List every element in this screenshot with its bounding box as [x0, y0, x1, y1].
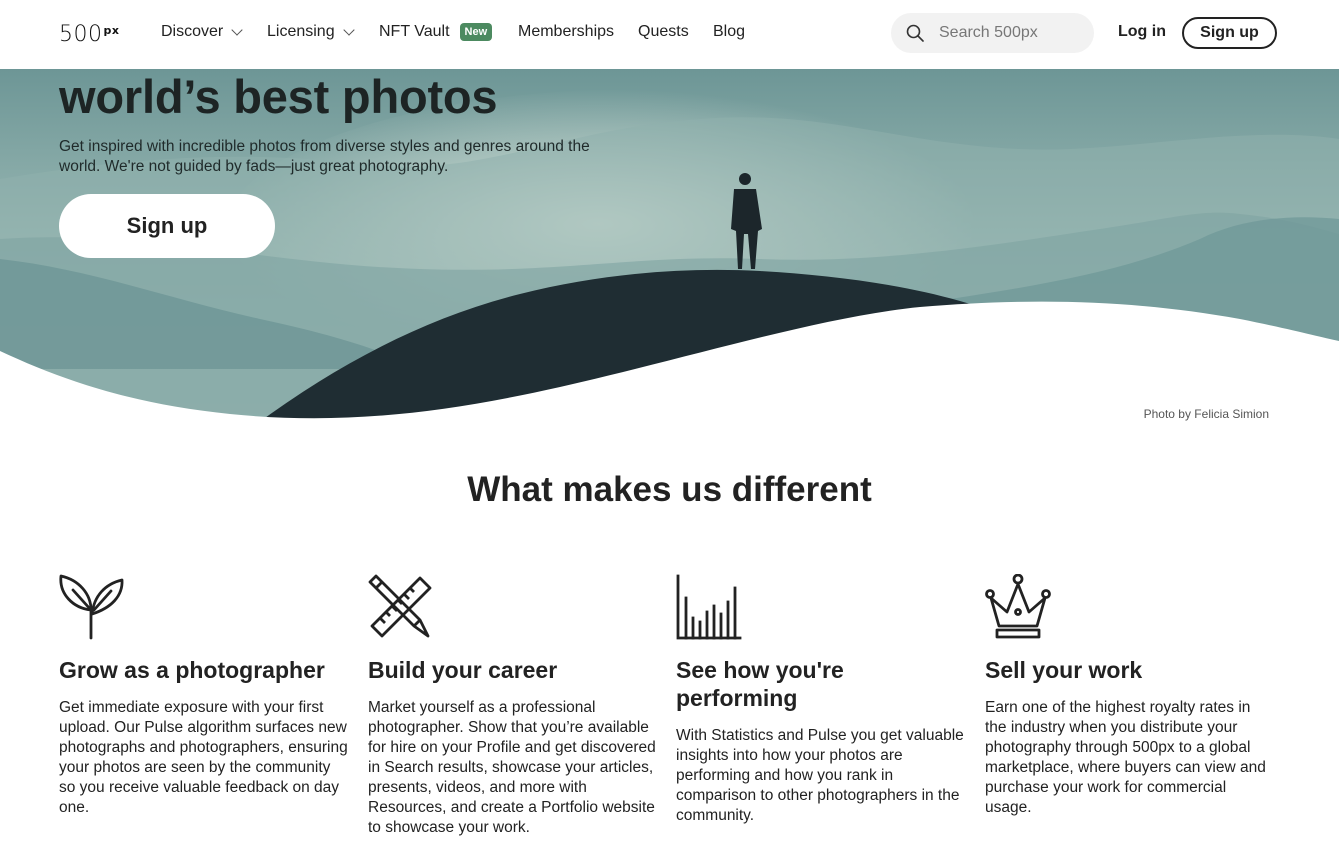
nav-quests[interactable]: Quests — [638, 23, 689, 41]
crown-icon — [985, 574, 1051, 639]
feature-title: Sell your work — [985, 657, 1143, 683]
feature-text: Earn one of the highest royalty rates in… — [985, 699, 1266, 816]
logo-sup: px — [103, 24, 120, 37]
nav-discover-label: Discover — [161, 23, 224, 40]
feature-performing: See how you're performing With Statistic… — [676, 574, 966, 826]
nav-memberships-label: Memberships — [518, 23, 615, 40]
logo-text: 500 — [59, 22, 103, 47]
section-title: What makes us different — [467, 470, 872, 509]
nav-licensing-label: Licensing — [267, 23, 335, 40]
nav-quests-label: Quests — [638, 23, 689, 40]
chevron-down-icon — [231, 24, 243, 36]
nav-discover[interactable]: Discover — [161, 23, 243, 41]
nav-blog-label: Blog — [713, 23, 746, 40]
nav-licensing[interactable]: Licensing — [267, 23, 355, 41]
search-box — [891, 13, 1094, 53]
login-link[interactable]: Log in — [1118, 23, 1166, 41]
feature-title: Grow as a photographer — [59, 657, 325, 683]
search-icon[interactable] — [906, 24, 924, 42]
feature-text: Market yourself as a professional photog… — [368, 699, 656, 836]
bar-chart-icon — [676, 574, 742, 640]
feature-sell: Sell your work Earn one of the highest r… — [985, 574, 1275, 818]
feature-grow: Grow as a photographer Get immediate exp… — [59, 574, 349, 818]
nav-blog[interactable]: Blog — [713, 23, 745, 41]
nav-memberships[interactable]: Memberships — [518, 23, 614, 41]
pencil-ruler-icon — [368, 574, 432, 638]
feature-text: Get immediate exposure with your first u… — [59, 699, 348, 816]
hero-banner: world’s best photos Get inspired with in… — [0, 69, 1339, 429]
hero-signup-button[interactable]: Sign up — [59, 194, 275, 258]
new-badge: New — [459, 23, 493, 41]
feature-text: With Statistics and Pulse you get valuab… — [676, 727, 964, 824]
logo[interactable]: 500px — [59, 22, 119, 47]
feature-career: Build your career Market yourself as a p… — [368, 574, 658, 838]
nav-nft-vault[interactable]: NFT Vault New — [379, 23, 493, 41]
hero-subtitle: Get inspired with incredible photos from… — [59, 138, 590, 175]
feature-title: Build your career — [368, 657, 558, 683]
feature-title: See how you're performing — [676, 657, 844, 711]
photo-credit[interactable]: Photo by Felicia Simion — [1144, 407, 1269, 421]
hero-title: world’s best photos — [59, 70, 498, 123]
sprout-icon — [59, 574, 124, 640]
nav-nft-vault-label: NFT Vault — [379, 23, 450, 40]
top-navbar: 500px Discover Licensing NFT Vault New M… — [0, 0, 1339, 69]
signup-nav-button[interactable]: Sign up — [1182, 17, 1277, 49]
search-input[interactable] — [939, 13, 1084, 53]
chevron-down-icon — [342, 24, 355, 36]
